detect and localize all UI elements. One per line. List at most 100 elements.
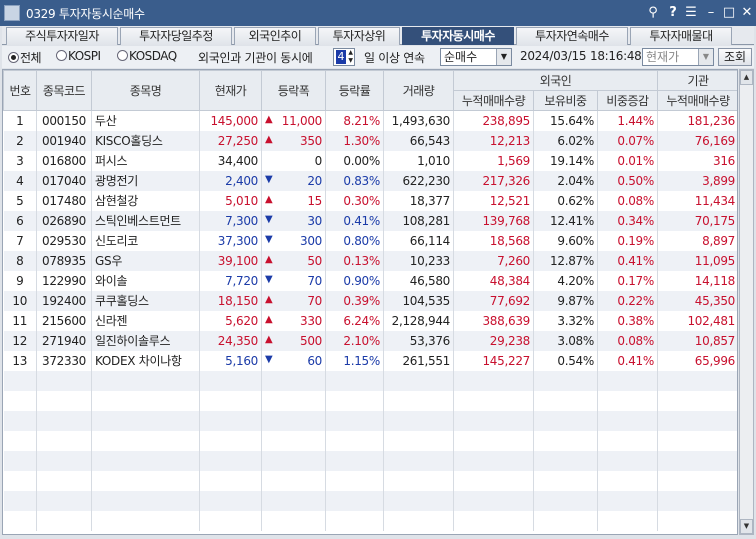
table-row[interactable]: 10 192400 쿠쿠홀딩스 18,150 ▲ 70 0.39% 104,535 77,692… (3, 290, 737, 311)
radio-kosdaq[interactable]: KOSDAQ (117, 49, 177, 63)
header-foreign-cumulative[interactable]: 누적매매수량 (453, 90, 534, 111)
cell-volume: 53,376 (383, 330, 454, 351)
empty-cell (453, 490, 534, 511)
header-name[interactable]: 종목명 (91, 70, 200, 111)
cell-rate: 6.24% (325, 310, 384, 331)
tab-investor-top[interactable]: 투자자상위 (318, 27, 400, 45)
vertical-scrollbar[interactable]: ▲ ▼ (739, 69, 754, 535)
tab-foreign-trend[interactable]: 외국인추이 (234, 27, 316, 45)
tab-investor-today-estimate[interactable]: 투자자당일추정 (120, 27, 232, 45)
minimize-icon[interactable]: – (702, 4, 720, 22)
table-row[interactable]: 12 271940 일진하이솔루스 24,350 ▲ 500 2.10% 53,376 29,2… (3, 330, 737, 351)
table-row[interactable] (3, 390, 737, 411)
table-row[interactable]: 2 001940 KISCO홀딩스 27,250 ▲ 350 1.30% 66,543 12,2… (3, 130, 737, 151)
empty-cell (657, 510, 737, 531)
cell-foreign-cumulative: 145,227 (453, 350, 534, 371)
empty-cell (533, 450, 598, 471)
table-row[interactable]: 13 372330 KODEX 차이나항 5,160 ▼ 60 1.15% 261,551 14… (3, 350, 737, 371)
table-row[interactable] (3, 490, 737, 511)
header-volume[interactable]: 거래량 (383, 70, 454, 111)
cell-name: 일진하이솔루스 (91, 330, 200, 351)
header-institution-cumulative[interactable]: 누적매매수량 (657, 90, 737, 111)
window-title: 0329 투자자동시순매수 (26, 7, 145, 21)
cell-rate: 0.41% (325, 210, 384, 231)
table-row[interactable]: 11 215600 신라젠 5,620 ▲ 330 6.24% 2,128,944 388,63… (3, 310, 737, 331)
up-arrow-icon: ▲ (265, 293, 273, 305)
cell-price: 34,400 (199, 150, 262, 171)
table-row[interactable]: 7 029530 신도리코 37,300 ▼ 300 0.80% 66,114 18,568 9.… (3, 230, 737, 251)
radio-dot-icon (8, 52, 19, 63)
cell-price: 39,100 (199, 250, 262, 271)
days-value: 4 (336, 50, 346, 64)
table-row[interactable]: 4 017040 광명전기 2,400 ▼ 20 0.83% 622,230 217,326 2.… (3, 170, 737, 191)
table-row[interactable]: 3 016800 퍼시스 34,400 0 0.00% 1,010 1,569 19.14% 0.… (3, 150, 737, 171)
cell-foreign-cumulative: 77,692 (453, 290, 534, 311)
cell-price: 27,250 (199, 130, 262, 151)
cell-code: 122990 (36, 270, 92, 291)
cell-foreign-cumulative: 29,238 (453, 330, 534, 351)
table-row[interactable] (3, 450, 737, 471)
radio-all[interactable]: 전체 (8, 49, 42, 66)
header-no[interactable]: 번호 (3, 70, 37, 111)
spin-arrows-icon[interactable]: ▲ ▼ (348, 49, 353, 65)
empty-cell (657, 430, 737, 451)
cell-foreign-cumulative: 12,521 (453, 190, 534, 211)
tab-investor-consecutive-buy[interactable]: 투자자연속매수 (516, 27, 628, 45)
header-change[interactable]: 등락폭 (261, 70, 326, 111)
header-rate[interactable]: 등락률 (325, 70, 384, 111)
maximize-icon[interactable]: □ (720, 4, 738, 22)
cell-foreign-delta: 0.22% (597, 290, 658, 311)
table-row[interactable]: 8 078935 GS우 39,100 ▲ 50 0.13% 10,233 7,260 12.87… (3, 250, 737, 271)
scroll-up-icon[interactable]: ▲ (740, 70, 753, 85)
query-button[interactable]: 조회 (718, 48, 752, 66)
empty-cell (3, 430, 37, 451)
cell-code: 001940 (36, 130, 92, 151)
cell-name: 두산 (91, 110, 200, 131)
empty-cell (597, 510, 658, 531)
table-row[interactable]: 5 017480 삼현철강 5,010 ▲ 15 0.30% 18,377 12,521 0.62… (3, 190, 737, 211)
table-row[interactable]: 1 000150 두산 145,000 ▲ 11,000 8.21% 1,493,630 238… (3, 110, 737, 131)
help-icon[interactable]: ? (664, 4, 682, 22)
pin-icon[interactable]: ⚲ (644, 4, 662, 22)
empty-cell (325, 450, 384, 471)
days-spinner[interactable]: 4 ▲ ▼ (333, 48, 355, 66)
empty-cell (261, 410, 326, 431)
table-row[interactable] (3, 510, 737, 531)
cell-name: 와이솔 (91, 270, 200, 291)
header-foreign-delta[interactable]: 비중증감 (597, 90, 658, 111)
type-select[interactable]: 순매수 ▼ (440, 48, 512, 66)
empty-cell (3, 370, 37, 391)
scroll-down-icon[interactable]: ▼ (740, 519, 753, 534)
table-row[interactable] (3, 410, 737, 431)
title-bar: 0329 투자자동시순매수 ⚲ ? ☰ – □ ✕ (0, 0, 756, 26)
tab-stock-investor-daily[interactable]: 주식투자자일자 (6, 27, 118, 45)
radio-kospi[interactable]: KOSPI (56, 49, 101, 63)
cell-name: 광명전기 (91, 170, 200, 191)
table-row[interactable]: 9 122990 와이솔 7,720 ▼ 70 0.90% 46,580 48,384 4.20%… (3, 270, 737, 291)
price-select[interactable]: 현재가 ▼ (642, 48, 714, 66)
table-row[interactable] (3, 470, 737, 491)
empty-cell (383, 490, 454, 511)
cell-name: 신도리코 (91, 230, 200, 251)
header-price[interactable]: 현재가 (199, 70, 262, 111)
tab-investor-simultaneous-buy[interactable]: 투자자동시매수 (402, 27, 514, 45)
empty-cell (597, 470, 658, 491)
empty-cell (36, 450, 92, 471)
table-row[interactable] (3, 370, 737, 391)
table-row[interactable] (3, 430, 737, 451)
empty-cell (325, 510, 384, 531)
chevron-down-icon[interactable]: ▼ (698, 49, 713, 65)
cell-volume: 66,114 (383, 230, 454, 251)
cell-code: 192400 (36, 290, 92, 311)
table-row[interactable]: 6 026890 스틱인베스트먼트 7,300 ▼ 30 0.41% 108,281 139,7… (3, 210, 737, 231)
cell-foreign-delta: 0.41% (597, 250, 658, 271)
chevron-down-icon[interactable]: ▼ (496, 49, 511, 65)
cell-foreign-cumulative: 7,260 (453, 250, 534, 271)
menu-icon[interactable]: ☰ (682, 4, 700, 22)
header-code[interactable]: 종목코드 (36, 70, 92, 111)
cell-foreign-delta: 0.50% (597, 170, 658, 191)
header-foreign-holding[interactable]: 보유비중 (533, 90, 598, 111)
empty-cell (3, 450, 37, 471)
close-icon[interactable]: ✕ (738, 4, 756, 22)
tab-investor-volume-profile[interactable]: 투자자매물대 (630, 27, 732, 45)
